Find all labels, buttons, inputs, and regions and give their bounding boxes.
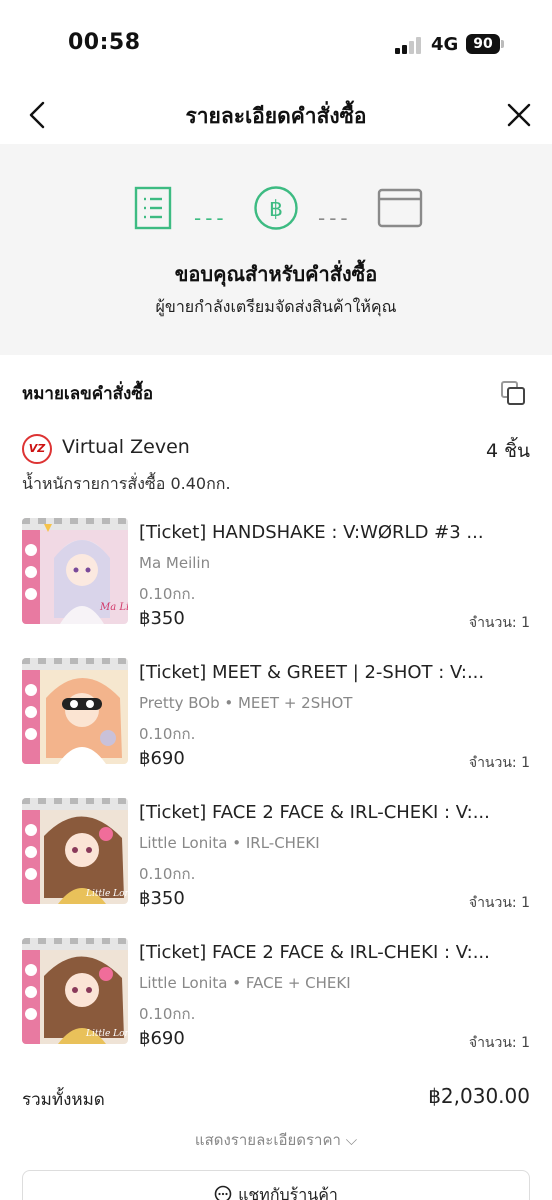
item-price: ฿690: [139, 748, 185, 769]
item-weight: 0.10กก.: [139, 725, 196, 743]
signal-icon: [395, 36, 425, 54]
chat-with-shop-button[interactable]: แชทกับร้านค้า: [22, 1170, 530, 1200]
shop-name: Virtual Zeven: [62, 436, 190, 458]
order-weight: น้ำหนักรายการสั่งซื้อ 0.40กก.: [22, 474, 231, 493]
svg-text:฿: ฿: [269, 197, 283, 222]
package-box-icon: [377, 188, 423, 232]
product-thumbnail: [22, 658, 128, 764]
item-price: ฿690: [139, 1028, 185, 1049]
order-number-label: หมายเลขคำสั่งซื้อ: [22, 384, 154, 404]
progress-dash-pending: ---: [318, 206, 352, 230]
item-title: [Ticket] FACE 2 FACE & IRL-CHEKI : V:...: [139, 942, 490, 963]
item-quantity: จำนวน: 1: [468, 615, 530, 631]
autograph-signature: Ma Lin: [99, 602, 128, 613]
status-bar: 00:58 4G 90: [0, 0, 552, 90]
item-count: 4 ชิ้น: [485, 440, 530, 462]
chat-button-content: แชทกับร้านค้า: [23, 1183, 529, 1200]
item-price: ฿350: [139, 608, 185, 629]
product-thumbnail: Little Lonita: [22, 938, 128, 1044]
item-title: [Ticket] MEET & GREET | 2-SHOT : V:...: [139, 662, 485, 683]
svg-text:Little Lonita: Little Lonita: [85, 889, 128, 899]
battery-cap: [501, 40, 504, 48]
item-variant: Little Lonita • FACE + CHEKI: [139, 974, 351, 992]
item-title: [Ticket] FACE 2 FACE & IRL-CHEKI : V:...: [139, 802, 490, 823]
item-title: [Ticket] HANDSHAKE : V:WØRLD #3 ...: [139, 522, 484, 543]
svg-text:Little Lonita: Little Lonita: [85, 1029, 128, 1039]
thank-you-title: ขอบคุณสำหรับคำสั่งซื้อ: [174, 262, 378, 286]
item-quantity: จำนวน: 1: [468, 1035, 530, 1051]
chat-button-label: แชทกับร้านค้า: [238, 1185, 338, 1200]
total-value: ฿2,030.00: [428, 1084, 530, 1108]
item-weight: 0.10กก.: [139, 865, 196, 883]
shop-logo: VZ: [22, 434, 52, 464]
thank-you-subtitle: ผู้ขายกำลังเตรียมจัดส่งสินค้าให้คุณ: [155, 297, 397, 316]
product-thumbnail: Ma Lin: [22, 518, 128, 624]
item-variant: Little Lonita • IRL-CHEKI: [139, 834, 320, 852]
payment-baht-icon: ฿: [253, 185, 299, 235]
show-price-detail-link[interactable]: แสดงรายละเอียดราคา ⌵: [0, 1128, 552, 1152]
copy-icon[interactable]: [500, 380, 526, 406]
page-title: รายละเอียดคำสั่งซื้อ: [185, 104, 367, 128]
order-item[interactable]: [Ticket] MEET & GREET | 2-SHOT : V:... P…: [22, 658, 530, 771]
close-icon[interactable]: [502, 98, 536, 132]
item-weight: 0.10กก.: [139, 585, 196, 603]
item-quantity: จำนวน: 1: [468, 755, 530, 771]
progress-dash-done: ---: [194, 206, 228, 230]
shop-row[interactable]: VZ Virtual Zeven 4 ชิ้น: [22, 432, 530, 466]
order-list-icon: [134, 186, 172, 234]
item-variant: Ma Meilin: [139, 554, 211, 572]
order-item[interactable]: Little Lonita [Ticket] FACE 2 FACE & IRL…: [22, 938, 530, 1051]
item-variant: Pretty BOb • MEET + 2SHOT: [139, 694, 353, 712]
order-progress: --- ฿ --- ขอบคุณสำหรับคำสั่งซื้อ ผู้ขายก…: [0, 144, 552, 355]
order-item[interactable]: Little Lonita [Ticket] FACE 2 FACE & IRL…: [22, 798, 530, 911]
item-price: ฿350: [139, 888, 185, 909]
chat-icon: [214, 1185, 232, 1200]
nav-bar: รายละเอียดคำสั่งซื้อ: [0, 90, 552, 140]
total-label: รวมทั้งหมด: [22, 1090, 105, 1110]
order-item[interactable]: Ma Lin [Ticket] HANDSHAKE : V:WØRLD #3 .…: [22, 518, 530, 631]
status-time: 00:58: [68, 30, 141, 55]
item-quantity: จำนวน: 1: [468, 895, 530, 911]
product-thumbnail: Little Lonita: [22, 798, 128, 904]
battery-icon: 90: [466, 34, 500, 54]
item-weight: 0.10กก.: [139, 1005, 196, 1023]
network-type: 4G: [431, 34, 459, 55]
